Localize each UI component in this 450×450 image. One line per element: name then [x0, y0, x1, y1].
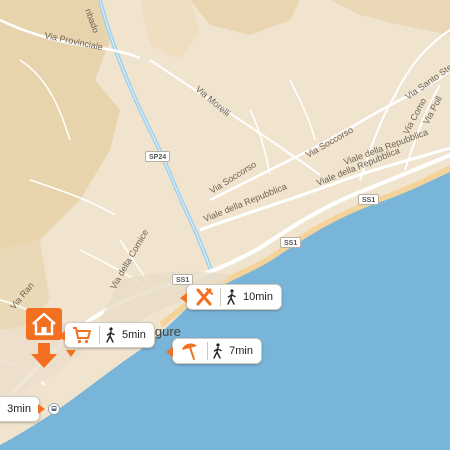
walk-icon — [221, 285, 243, 309]
poi-walk-time: 5min — [122, 329, 146, 341]
poi-train[interactable]: 3min — [0, 396, 40, 422]
road-shield-sp24: SP24 — [145, 151, 171, 162]
poi-pointer — [38, 404, 45, 414]
shopping-cart-icon — [65, 323, 99, 347]
shopping-pointer-down — [66, 350, 76, 357]
walk-icon — [100, 323, 122, 347]
restaurant-icon — [187, 285, 220, 309]
beach-umbrella-icon — [173, 339, 207, 363]
road-shield-ss1-east: SS1 — [358, 194, 380, 205]
poi-walk-time: 10min — [243, 291, 273, 303]
place-label-town: igure — [152, 324, 181, 339]
home-marker[interactable] — [25, 307, 63, 369]
poi-beach[interactable]: 7min — [166, 338, 262, 364]
poi-pointer — [180, 293, 187, 303]
poi-restaurant[interactable]: 10min — [180, 284, 282, 310]
poi-walk-time: 7min — [229, 345, 253, 357]
walk-icon — [207, 339, 229, 363]
home-icon — [26, 308, 62, 368]
map-view[interactable]: Via Provinciale Via Morelli Via Santo St… — [0, 0, 450, 450]
map-base: Via Provinciale Via Morelli Via Santo St… — [0, 0, 450, 450]
poi-pointer — [166, 347, 173, 357]
poi-shopping[interactable]: 5min — [58, 322, 155, 348]
train-station-icon — [48, 403, 60, 415]
poi-walk-time: 3min — [7, 403, 31, 415]
road-shield-ss1-mid: SS1 — [280, 237, 302, 248]
